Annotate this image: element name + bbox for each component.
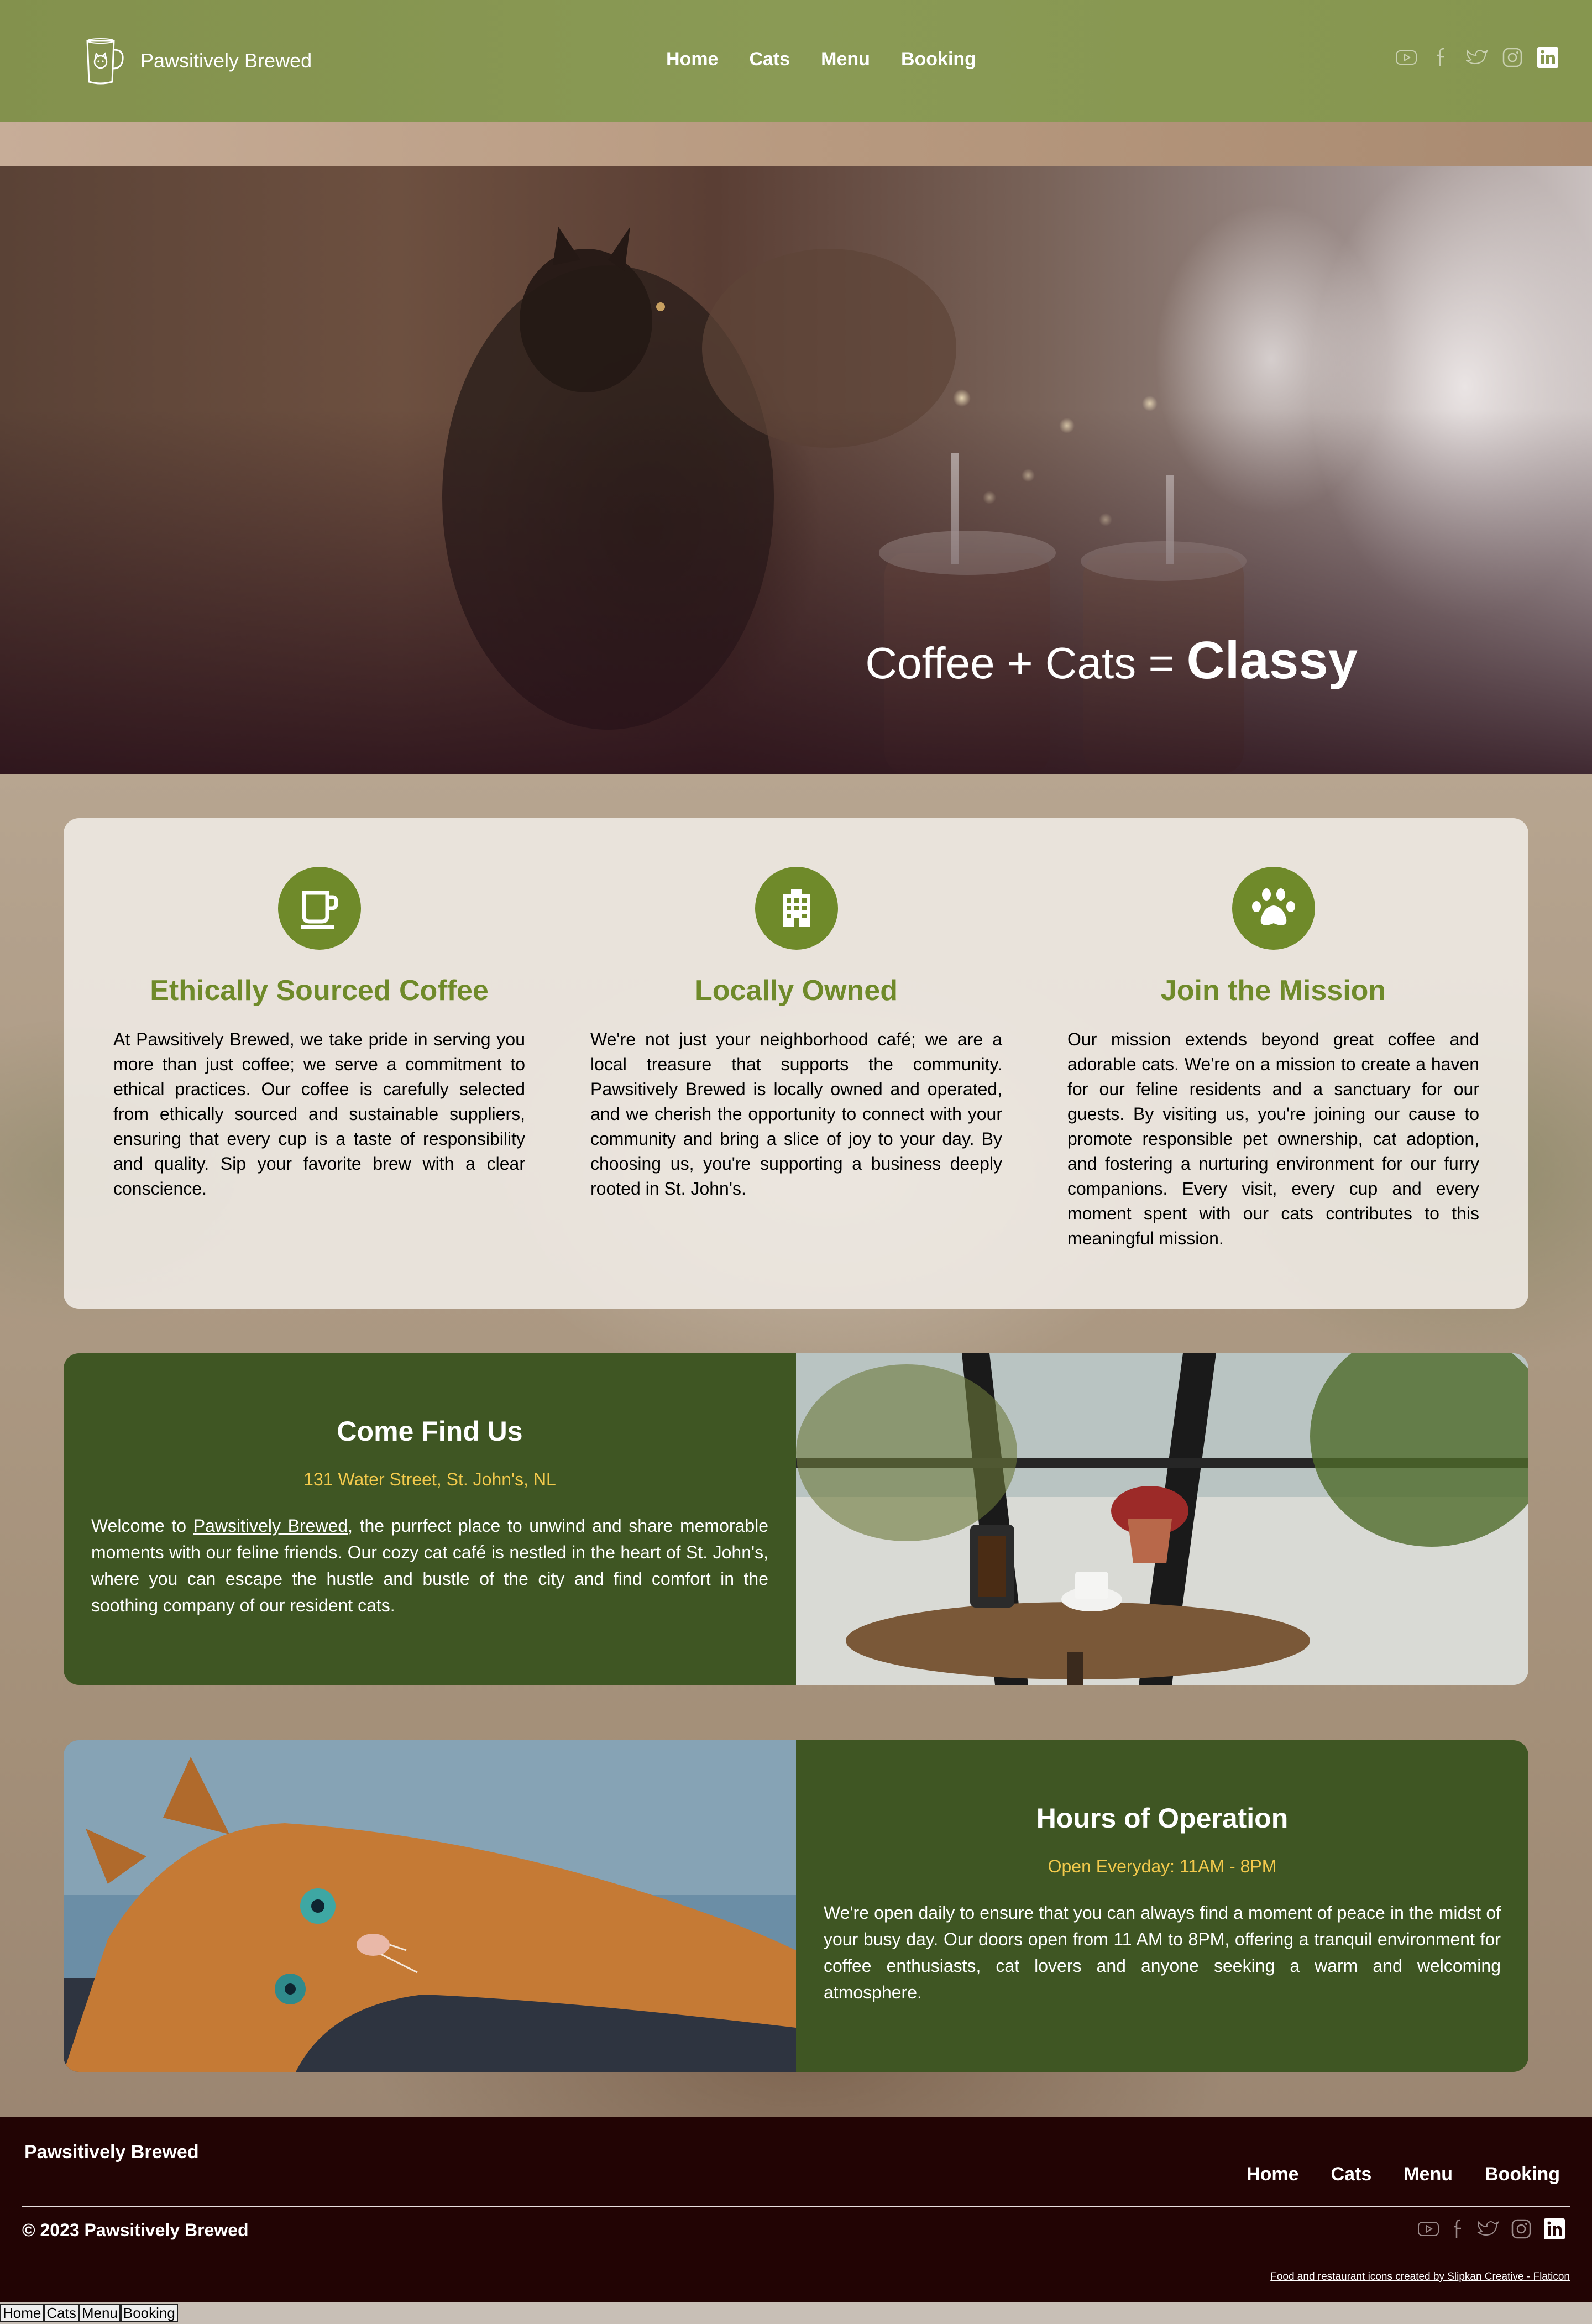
site-footer: Pawsitively Brewed Home Cats Menu Bookin… bbox=[0, 2117, 1592, 2302]
building-icon bbox=[783, 889, 810, 927]
footer-nav: Home Cats Menu Booking bbox=[1247, 2164, 1560, 2185]
coffee-cup-icon bbox=[300, 891, 338, 929]
find-us-address: 131 Water Street, St. John's, NL bbox=[303, 1469, 556, 1489]
find-us-panel: Come Find Us 131 Water Street, St. John'… bbox=[64, 1353, 796, 1685]
site-header: Pawsitively Brewed Home Cats Menu Bookin… bbox=[0, 0, 1592, 122]
find-us-title: Come Find Us bbox=[337, 1416, 523, 1447]
main-nav: Home Cats Menu Booking bbox=[666, 49, 976, 70]
feature-locally-owned: Locally Owned We're not just your neighb… bbox=[590, 867, 1002, 1201]
unstyled-link-cats[interactable]: Cats bbox=[44, 2304, 79, 2322]
footer-nav-cats[interactable]: Cats bbox=[1331, 2164, 1372, 2185]
header-image-strip bbox=[0, 122, 1592, 166]
instagram-icon[interactable] bbox=[1501, 46, 1523, 69]
unstyled-link-home[interactable]: Home bbox=[0, 2304, 44, 2322]
twitter-icon[interactable] bbox=[1476, 2220, 1499, 2241]
hero-banner: Coffee + Cats = Classy bbox=[0, 166, 1592, 774]
nav-booking[interactable]: Booking bbox=[901, 49, 976, 70]
find-us-description: Welcome to Pawsitively Brewed, the purrf… bbox=[91, 1512, 768, 1619]
find-us-text-before: Welcome to bbox=[91, 1516, 193, 1536]
feature-text: We're not just your neighborhood café; w… bbox=[590, 1029, 1002, 1198]
hours-description: We're open daily to ensure that you can … bbox=[824, 1903, 1501, 2002]
orange-cat-photo bbox=[64, 1740, 796, 2072]
footer-nav-menu[interactable]: Menu bbox=[1404, 2164, 1453, 2185]
unstyled-link-menu[interactable]: Menu bbox=[78, 2304, 121, 2322]
footer-copyright: © 2023 Pawsitively Brewed bbox=[22, 2220, 249, 2240]
youtube-icon[interactable] bbox=[1395, 46, 1417, 69]
feature-icon-circle bbox=[755, 867, 838, 950]
icon-credit-link[interactable]: Food and restaurant icons created by Sli… bbox=[1270, 2271, 1570, 2283]
find-us-section: Come Find Us 131 Water Street, St. John'… bbox=[64, 1353, 1528, 1685]
hero-title-bold: Classy bbox=[1186, 631, 1358, 690]
paw-icon bbox=[1251, 888, 1295, 925]
feature-text: Our mission extends beyond great coffee … bbox=[1067, 1029, 1479, 1248]
feature-icon-circle bbox=[277, 867, 361, 950]
twitter-icon[interactable] bbox=[1466, 46, 1488, 69]
footer-nav-home[interactable]: Home bbox=[1247, 2164, 1298, 2185]
hours-panel: Hours of Operation Open Everyday: 11AM -… bbox=[796, 1740, 1528, 2072]
facebook-icon[interactable] bbox=[1431, 46, 1453, 69]
bottom-bar bbox=[0, 2302, 1592, 2324]
feature-join-mission: Join the Mission Our mission extends bey… bbox=[1067, 867, 1479, 1251]
feature-ethically-sourced: Ethically Sourced Coffee At Pawsitively … bbox=[113, 867, 525, 1201]
features-card: Ethically Sourced Coffee At Pawsitively … bbox=[64, 818, 1528, 1309]
nav-menu[interactable]: Menu bbox=[821, 49, 870, 70]
brand-logo-link[interactable]: Pawsitively Brewed bbox=[83, 36, 312, 85]
cafe-table-photo bbox=[796, 1353, 1528, 1685]
feature-title: Join the Mission bbox=[1160, 975, 1386, 1007]
hero-title: Coffee + Cats = Classy bbox=[865, 630, 1358, 691]
linkedin-icon[interactable] bbox=[1543, 2218, 1565, 2243]
hours-subtitle: Open Everyday: 11AM - 8PM bbox=[1048, 1856, 1277, 1876]
unstyled-nav-links: Home Cats Menu Booking bbox=[0, 2304, 178, 2322]
hours-section: Hours of Operation Open Everyday: 11AM -… bbox=[64, 1740, 1528, 2072]
footer-brand: Pawsitively Brewed bbox=[24, 2142, 199, 2163]
brand-name: Pawsitively Brewed bbox=[140, 49, 312, 72]
footer-divider bbox=[22, 2206, 1570, 2207]
nav-home[interactable]: Home bbox=[666, 49, 718, 70]
hero-title-light: Coffee + Cats = bbox=[865, 638, 1187, 688]
social-links bbox=[1395, 46, 1559, 69]
footer-nav-booking[interactable]: Booking bbox=[1485, 2164, 1560, 2185]
instagram-icon[interactable] bbox=[1511, 2219, 1531, 2242]
unstyled-link-booking[interactable]: Booking bbox=[120, 2304, 178, 2322]
facebook-icon[interactable] bbox=[1452, 2219, 1465, 2242]
feature-text: At Pawsitively Brewed, we take pride in … bbox=[113, 1029, 525, 1198]
hours-title: Hours of Operation bbox=[1036, 1803, 1289, 1834]
linkedin-icon[interactable] bbox=[1537, 46, 1559, 69]
coffee-mug-cat-icon bbox=[86, 38, 124, 85]
feature-title: Locally Owned bbox=[695, 975, 898, 1007]
feature-title: Ethically Sourced Coffee bbox=[150, 975, 489, 1007]
brand-link[interactable]: Pawsitively Brewed bbox=[193, 1516, 348, 1536]
youtube-icon[interactable] bbox=[1417, 2221, 1439, 2240]
feature-icon-circle bbox=[1232, 867, 1315, 950]
nav-cats[interactable]: Cats bbox=[749, 49, 790, 70]
footer-social-links bbox=[1417, 2218, 1565, 2243]
